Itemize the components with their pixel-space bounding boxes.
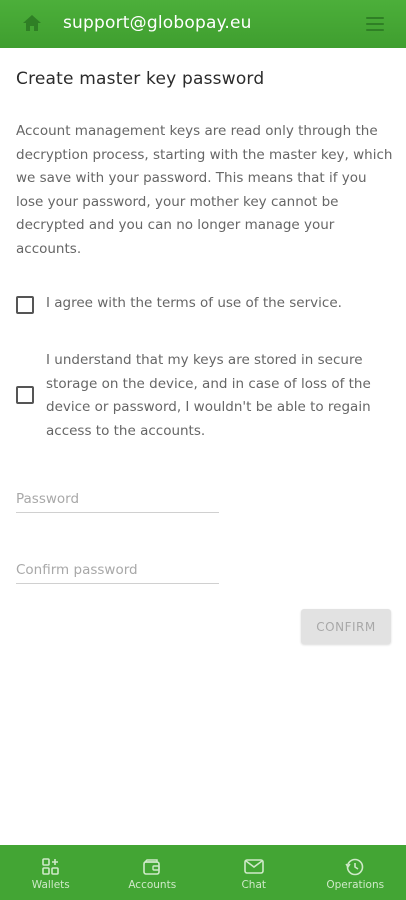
hamburger-menu-icon[interactable] [366, 17, 384, 31]
storage-checkbox[interactable] [16, 386, 34, 404]
nav-item-chat[interactable]: Chat [203, 845, 305, 900]
page-title: Create master key password [16, 69, 265, 89]
nav-item-operations[interactable]: Operations [305, 845, 406, 900]
bottom-navigation: Wallets Accounts Chat Operations [0, 845, 406, 900]
password-field [16, 487, 219, 513]
confirm-password-input[interactable] [16, 558, 219, 582]
storage-checkbox-label[interactable]: I understand that my keys are stored in … [46, 349, 376, 443]
nav-item-accounts[interactable]: Accounts [102, 845, 204, 900]
confirm-button[interactable]: CONFIRM [301, 609, 391, 644]
terms-checkbox-row[interactable]: I agree with the terms of use of the ser… [16, 295, 342, 314]
accounts-wallet-icon [143, 859, 161, 875]
nav-label-chat: Chat [241, 879, 267, 891]
terms-checkbox-label[interactable]: I agree with the terms of use of the ser… [46, 292, 376, 316]
storage-checkbox-row[interactable]: I understand that my keys are stored in … [16, 352, 371, 439]
nav-label-accounts: Accounts [128, 879, 177, 891]
wallets-grid-icon [41, 858, 59, 875]
nav-item-wallets[interactable]: Wallets [0, 845, 102, 900]
description-text: Account management keys are read only th… [16, 123, 393, 257]
chat-envelope-icon [243, 859, 264, 874]
header-title: support@globopay.eu [63, 13, 252, 33]
operations-history-icon [345, 858, 364, 876]
home-icon[interactable] [22, 14, 42, 32]
password-input[interactable] [16, 487, 219, 511]
nav-label-operations: Operations [326, 879, 385, 891]
terms-checkbox[interactable] [16, 296, 34, 314]
nav-label-wallets: Wallets [31, 879, 70, 891]
app-header: support@globopay.eu [0, 0, 406, 48]
confirm-password-field [16, 558, 219, 584]
